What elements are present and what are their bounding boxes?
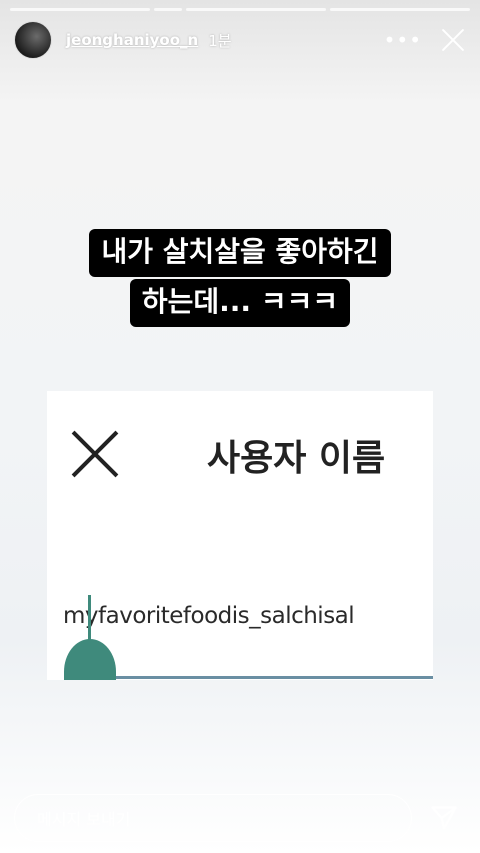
progress-segment (330, 8, 470, 11)
message-input[interactable]: 메시지 보내기 (14, 794, 412, 842)
avatar[interactable] (14, 21, 52, 59)
close-icon[interactable] (440, 27, 466, 53)
story-header: jeonghaniyoo_n 1분 ••• (14, 20, 466, 60)
username-field-value: myfavoritefoodis_salchisal (63, 603, 355, 629)
progress-segment-current (154, 8, 182, 11)
text-cursor (88, 595, 91, 641)
screenshot-card: 사용자 이름 myfavoritefoodis_salchisal (47, 391, 433, 680)
close-icon (67, 427, 121, 481)
send-icon[interactable] (422, 796, 466, 840)
reply-bar: 메시지 보내기 (14, 793, 466, 843)
progress-segment (186, 8, 326, 11)
story-caption: 내가 살치살을 좋아하긴 하는데... ㅋㅋㅋ (0, 229, 480, 327)
card-title: 사용자 이름 (207, 438, 386, 479)
more-icon[interactable]: ••• (384, 28, 422, 52)
caption-line-1: 내가 살치살을 좋아하긴 (89, 229, 391, 277)
story-progress-bar (10, 8, 470, 11)
progress-segment (10, 8, 150, 11)
caption-line-2: 하는데... ㅋㅋㅋ (129, 279, 351, 327)
field-underline (116, 676, 433, 679)
cursor-handle (64, 639, 116, 680)
post-time: 1분 (208, 31, 232, 50)
username-link[interactable]: jeonghaniyoo_n (66, 31, 198, 49)
